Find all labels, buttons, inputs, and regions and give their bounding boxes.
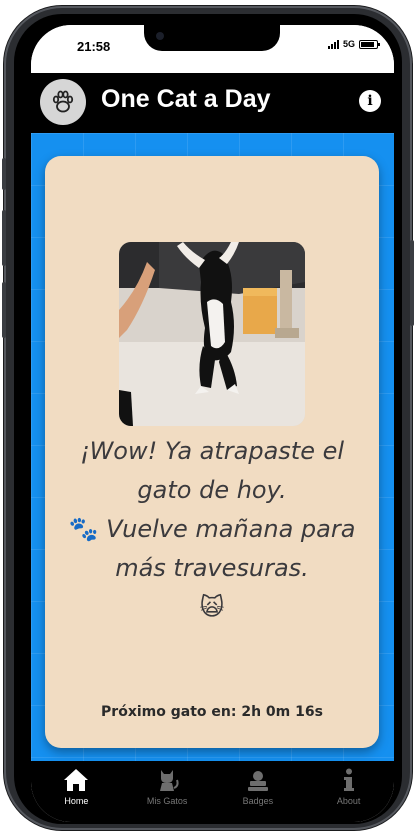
message-line-1: ¡Wow! Ya atrapaste el gato de hoy. [79,437,345,504]
nav-label-home: Home [64,796,89,806]
front-camera [156,32,164,40]
info-icon [342,767,356,793]
home-icon [63,767,89,793]
next-cat-countdown: Próximo gato en: 2h 0m 16s [101,704,323,720]
nav-item-badges[interactable]: Badges [213,761,304,822]
message-line-2: Vuelve mañana para más travesuras. [106,515,356,582]
nav-label-mis-gatos: Mis Gatos [146,796,188,806]
status-bar: 21:58 5G [31,25,394,73]
info-icon[interactable]: i [359,90,381,112]
main-content: ¡Wow! Ya atrapaste el gato de hoy. 🐾 Vue… [31,133,394,761]
cat-emoji: 🙀 [199,593,225,621]
daily-cat-card: ¡Wow! Ya atrapaste el gato de hoy. 🐾 Vue… [45,156,379,748]
badge-icon [246,767,270,793]
app-title: One Cat a Day [101,85,271,113]
nav-item-mis-gatos[interactable]: Mis Gatos [122,761,213,822]
nav-label-about: About [336,796,361,806]
nav-item-home[interactable]: Home [31,761,122,822]
paw-icon[interactable] [40,79,86,125]
success-message: ¡Wow! Ya atrapaste el gato de hoy. 🐾 Vue… [55,432,369,627]
phone-volume-down [2,282,6,338]
battery-icon [359,39,380,49]
notch [144,25,280,51]
cat-icon [155,767,179,793]
nav-label-badges: Badges [242,796,274,806]
screen: 21:58 5G One Cat a Day i ¡Wow! Ya atrapa… [31,25,394,822]
signal-icon [327,39,339,49]
status-icons: 5G [327,39,380,49]
phone-power-button [410,240,414,326]
phone-side-button [2,158,6,190]
app-header: One Cat a Day i [31,73,394,133]
paws-emoji: 🐾 [68,515,99,543]
phone-volume-up [2,210,6,266]
nav-item-about[interactable]: About [303,761,394,822]
bottom-nav: Home Mis Gatos Badges About [31,761,394,822]
status-time: 21:58 [77,39,111,54]
cat-photo [119,242,305,426]
network-type: 5G [342,39,355,49]
